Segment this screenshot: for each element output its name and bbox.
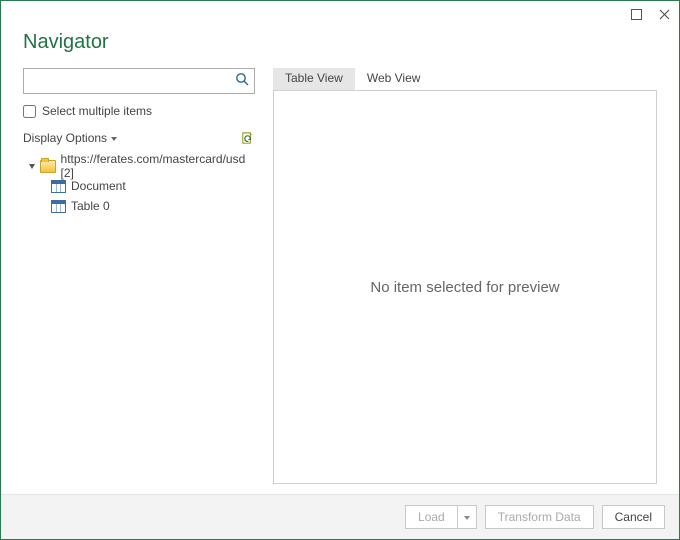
load-split-button: Load <box>405 505 477 529</box>
table-icon <box>51 180 66 193</box>
preview-pane: No item selected for preview <box>273 90 657 484</box>
dialog-header: Navigator <box>1 27 679 68</box>
display-options-label: Display Options <box>23 131 107 145</box>
preview-tabs: Table View Web View <box>273 68 657 90</box>
search-box[interactable] <box>23 68 255 94</box>
load-dropdown-button[interactable] <box>457 505 477 529</box>
tree-root-label: https://ferates.com/mastercard/usd [2] <box>61 152 255 180</box>
right-panel: Table View Web View No item selected for… <box>273 68 657 484</box>
titlebar <box>1 1 679 27</box>
select-multiple-label: Select multiple items <box>42 104 152 118</box>
expand-collapse-icon[interactable] <box>29 164 35 169</box>
table-icon <box>51 200 66 213</box>
cancel-button[interactable]: Cancel <box>602 505 665 529</box>
tab-web-view[interactable]: Web View <box>355 68 433 90</box>
maximize-icon[interactable] <box>629 7 643 21</box>
folder-icon <box>40 160 56 173</box>
tree-item-table0[interactable]: Table 0 <box>23 196 255 216</box>
chevron-down-icon <box>464 516 470 520</box>
select-multiple-row[interactable]: Select multiple items <box>23 104 255 118</box>
search-icon[interactable] <box>235 72 250 90</box>
search-input[interactable] <box>24 69 254 93</box>
tab-table-view[interactable]: Table View <box>273 68 355 90</box>
refresh-icon[interactable] <box>239 130 255 146</box>
dialog-body: Select multiple items Display Options ht… <box>1 68 679 494</box>
select-multiple-checkbox[interactable] <box>23 105 36 118</box>
preview-empty-message: No item selected for preview <box>370 279 559 296</box>
close-icon[interactable] <box>657 7 671 21</box>
chevron-down-icon <box>111 137 117 141</box>
dialog-footer: Load Transform Data Cancel <box>1 494 679 539</box>
source-tree: https://ferates.com/mastercard/usd [2] D… <box>23 156 255 216</box>
tree-item-label: Document <box>71 179 126 193</box>
tree-root[interactable]: https://ferates.com/mastercard/usd [2] <box>23 156 255 176</box>
transform-data-button[interactable]: Transform Data <box>485 505 594 529</box>
display-options-dropdown[interactable]: Display Options <box>23 131 117 145</box>
tree-item-label: Table 0 <box>71 199 110 213</box>
load-button[interactable]: Load <box>405 505 457 529</box>
left-panel: Select multiple items Display Options ht… <box>23 68 255 484</box>
display-options-row: Display Options <box>23 130 255 146</box>
dialog-title: Navigator <box>23 31 657 54</box>
navigator-dialog: Navigator Select multiple items Display … <box>0 0 680 540</box>
